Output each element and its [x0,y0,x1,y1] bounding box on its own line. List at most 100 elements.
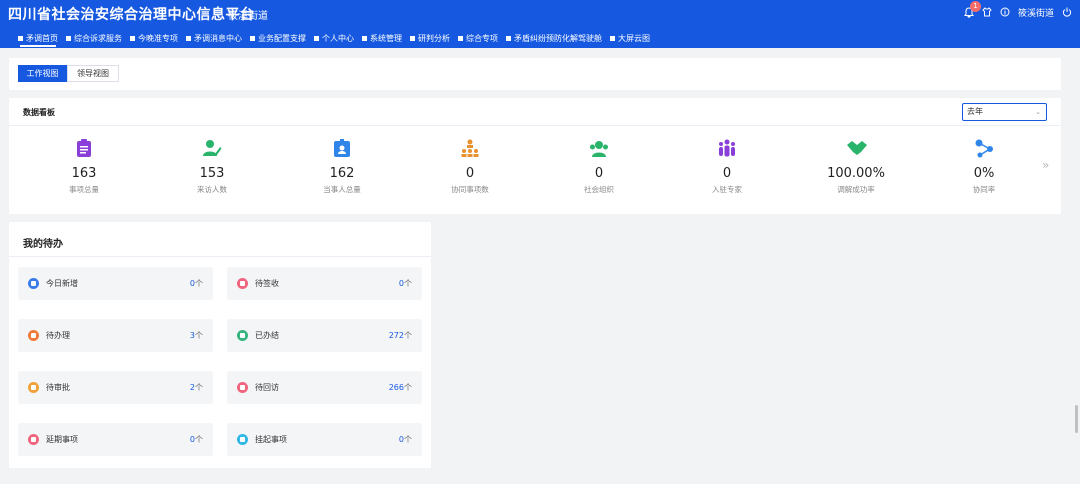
todo-item-label: 今日新增 [46,279,78,288]
todo-count-unit: 个 [404,435,412,444]
nav-item[interactable]: 个人中心 [310,31,358,45]
stat-value: 0% [973,166,995,181]
divider [9,256,431,257]
approve-icon [28,382,39,393]
todo-item-count: 0个 [190,278,203,289]
nav-item[interactable]: 系统管理 [358,31,406,45]
nav-item[interactable]: 今晚准专项 [126,31,182,45]
todo-item[interactable]: 待审批 2个 [18,371,213,404]
nav-bullet-icon [18,35,23,41]
nav-bullet-icon [186,35,191,41]
stat-value: 0 [465,166,475,181]
todo-item-count: 266个 [389,382,412,393]
nav-item[interactable]: 研判分析 [406,31,454,45]
shirt-icon[interactable] [982,7,992,17]
stat-card[interactable]: 162 当事人总量 [282,138,402,195]
view-switch-bar: 工作视图 领导视图 [9,58,1061,90]
nav-item[interactable]: 综合诉求服务 [62,31,126,45]
todo-item-count: 0个 [399,278,412,289]
stat-label: 社会组织 [584,185,614,194]
done-icon [237,330,248,341]
todo-item-count: 3个 [190,330,203,341]
nav-item-label: 综合诉求服务 [74,33,122,43]
period-select-value: 去年 [967,107,983,116]
todo-count-unit: 个 [195,331,203,340]
stat-card[interactable]: 100.00% 调解成功率 [796,138,916,195]
nav-bullet-icon [130,35,135,41]
nav-item-label: 今晚准专项 [138,33,178,43]
todo-count-unit: 个 [195,383,203,392]
period-select[interactable]: 去年 ⌄ [962,103,1047,121]
power-icon[interactable] [1062,7,1072,17]
stat-label: 协同事项数 [451,185,489,194]
nav-item[interactable]: 业务配置支撑 [246,31,310,45]
todo-item[interactable]: 挂起事项 0个 [227,423,422,456]
todo-count-unit: 个 [404,331,412,340]
stat-label: 来访人数 [197,185,227,194]
nav-bullet-icon [250,35,255,41]
nav-item-label: 矛调首页 [26,33,58,43]
group-icon [589,138,609,158]
todo-item-label: 待签收 [255,279,279,288]
todo-title: 我的待办 [23,239,63,250]
todo-item[interactable]: 今日新增 0个 [18,267,213,300]
todo-item[interactable]: 待办理 3个 [18,319,213,352]
nav-item[interactable]: 矛盾纠纷预防化解驾驶舱 [502,31,606,45]
stat-label: 入驻专家 [712,185,742,194]
todo-item-label: 待回访 [255,383,279,392]
bell-icon[interactable]: 1 [964,1,981,18]
suspend-icon [237,434,248,445]
people-icon [717,138,737,158]
user-name[interactable]: 筱溪街道 [1018,6,1054,19]
nav-bullet-icon [610,35,615,41]
dashboard-title: 数据看板 [23,108,55,117]
stat-label: 当事人总量 [323,185,361,194]
tab-work-view[interactable]: 工作视图 [18,65,67,82]
revisit-icon [237,382,248,393]
stat-card[interactable]: 153 来访人数 [152,138,272,195]
todo-item-count: 0个 [190,434,203,445]
stat-value: 163 [71,166,97,181]
todo-item-label: 待审批 [46,383,70,392]
todo-count-unit: 个 [195,279,203,288]
clipboard-icon [74,138,94,158]
tab-leader-view[interactable]: 领导视图 [67,65,119,82]
stat-card[interactable]: 163 事项总量 [24,138,144,195]
todo-count-unit: 个 [404,279,412,288]
chevron-right-icon[interactable]: » [1042,158,1049,172]
nav-item-label: 系统管理 [370,33,402,43]
nav-item-label: 综合专项 [466,33,498,43]
stat-value: 0 [594,166,604,181]
stat-label: 事项总量 [69,185,99,194]
todo-item[interactable]: 待签收 0个 [227,267,422,300]
stat-card[interactable]: 0% 协同率 [924,138,1044,195]
todo-item-label: 待办理 [46,331,70,340]
todo-item-label: 延期事项 [46,435,78,444]
todo-item[interactable]: 延期事项 0个 [18,423,213,456]
stat-card[interactable]: 0 协同事项数 [410,138,530,195]
stat-value: 162 [329,166,355,181]
stat-label: 调解成功率 [837,185,875,194]
chevron-down-icon: ⌄ [1035,108,1041,116]
id-card-icon [332,138,352,158]
scrollbar[interactable] [1075,405,1078,433]
todo-item[interactable]: 待回访 266个 [227,371,422,404]
nav-bullet-icon [66,35,71,41]
stat-value: 0 [722,166,732,181]
nav-item[interactable]: 矛调消息中心 [182,31,246,45]
nav-item-label: 矛盾纠纷预防化解驾驶舱 [514,33,602,43]
my-todo-panel: 我的待办 今日新增 0个 待签收 0个 待办理 3个 已办结 272个 待审批 2个 待回访 266个… [9,222,431,468]
nav-item-label: 大屏云图 [618,33,650,43]
stat-card[interactable]: 0 社会组织 [539,138,659,195]
nav-item[interactable]: 矛调首页 [14,31,62,47]
main-nav: 矛调首页 综合诉求服务 今晚准专项 矛调消息中心 业务配置支撑 个人中心 系统管理 研判分析 综… [14,31,654,47]
todo-item[interactable]: 已办结 272个 [227,319,422,352]
top-header: 四川省社会治安综合治理中心信息平台 筱溪街道 1 筱溪街道 矛调首页 综合诉求服务… [0,0,1080,48]
nav-item[interactable]: 综合专项 [454,31,502,45]
nav-item[interactable]: 大屏云图 [606,31,654,45]
notification-badge: 1 [969,1,981,12]
info-icon[interactable] [1000,7,1010,17]
dashboard-header: 数据看板 去年 ⌄ [9,98,1061,126]
stat-card[interactable]: 0 入驻专家 [667,138,787,195]
nav-bullet-icon [410,35,415,41]
